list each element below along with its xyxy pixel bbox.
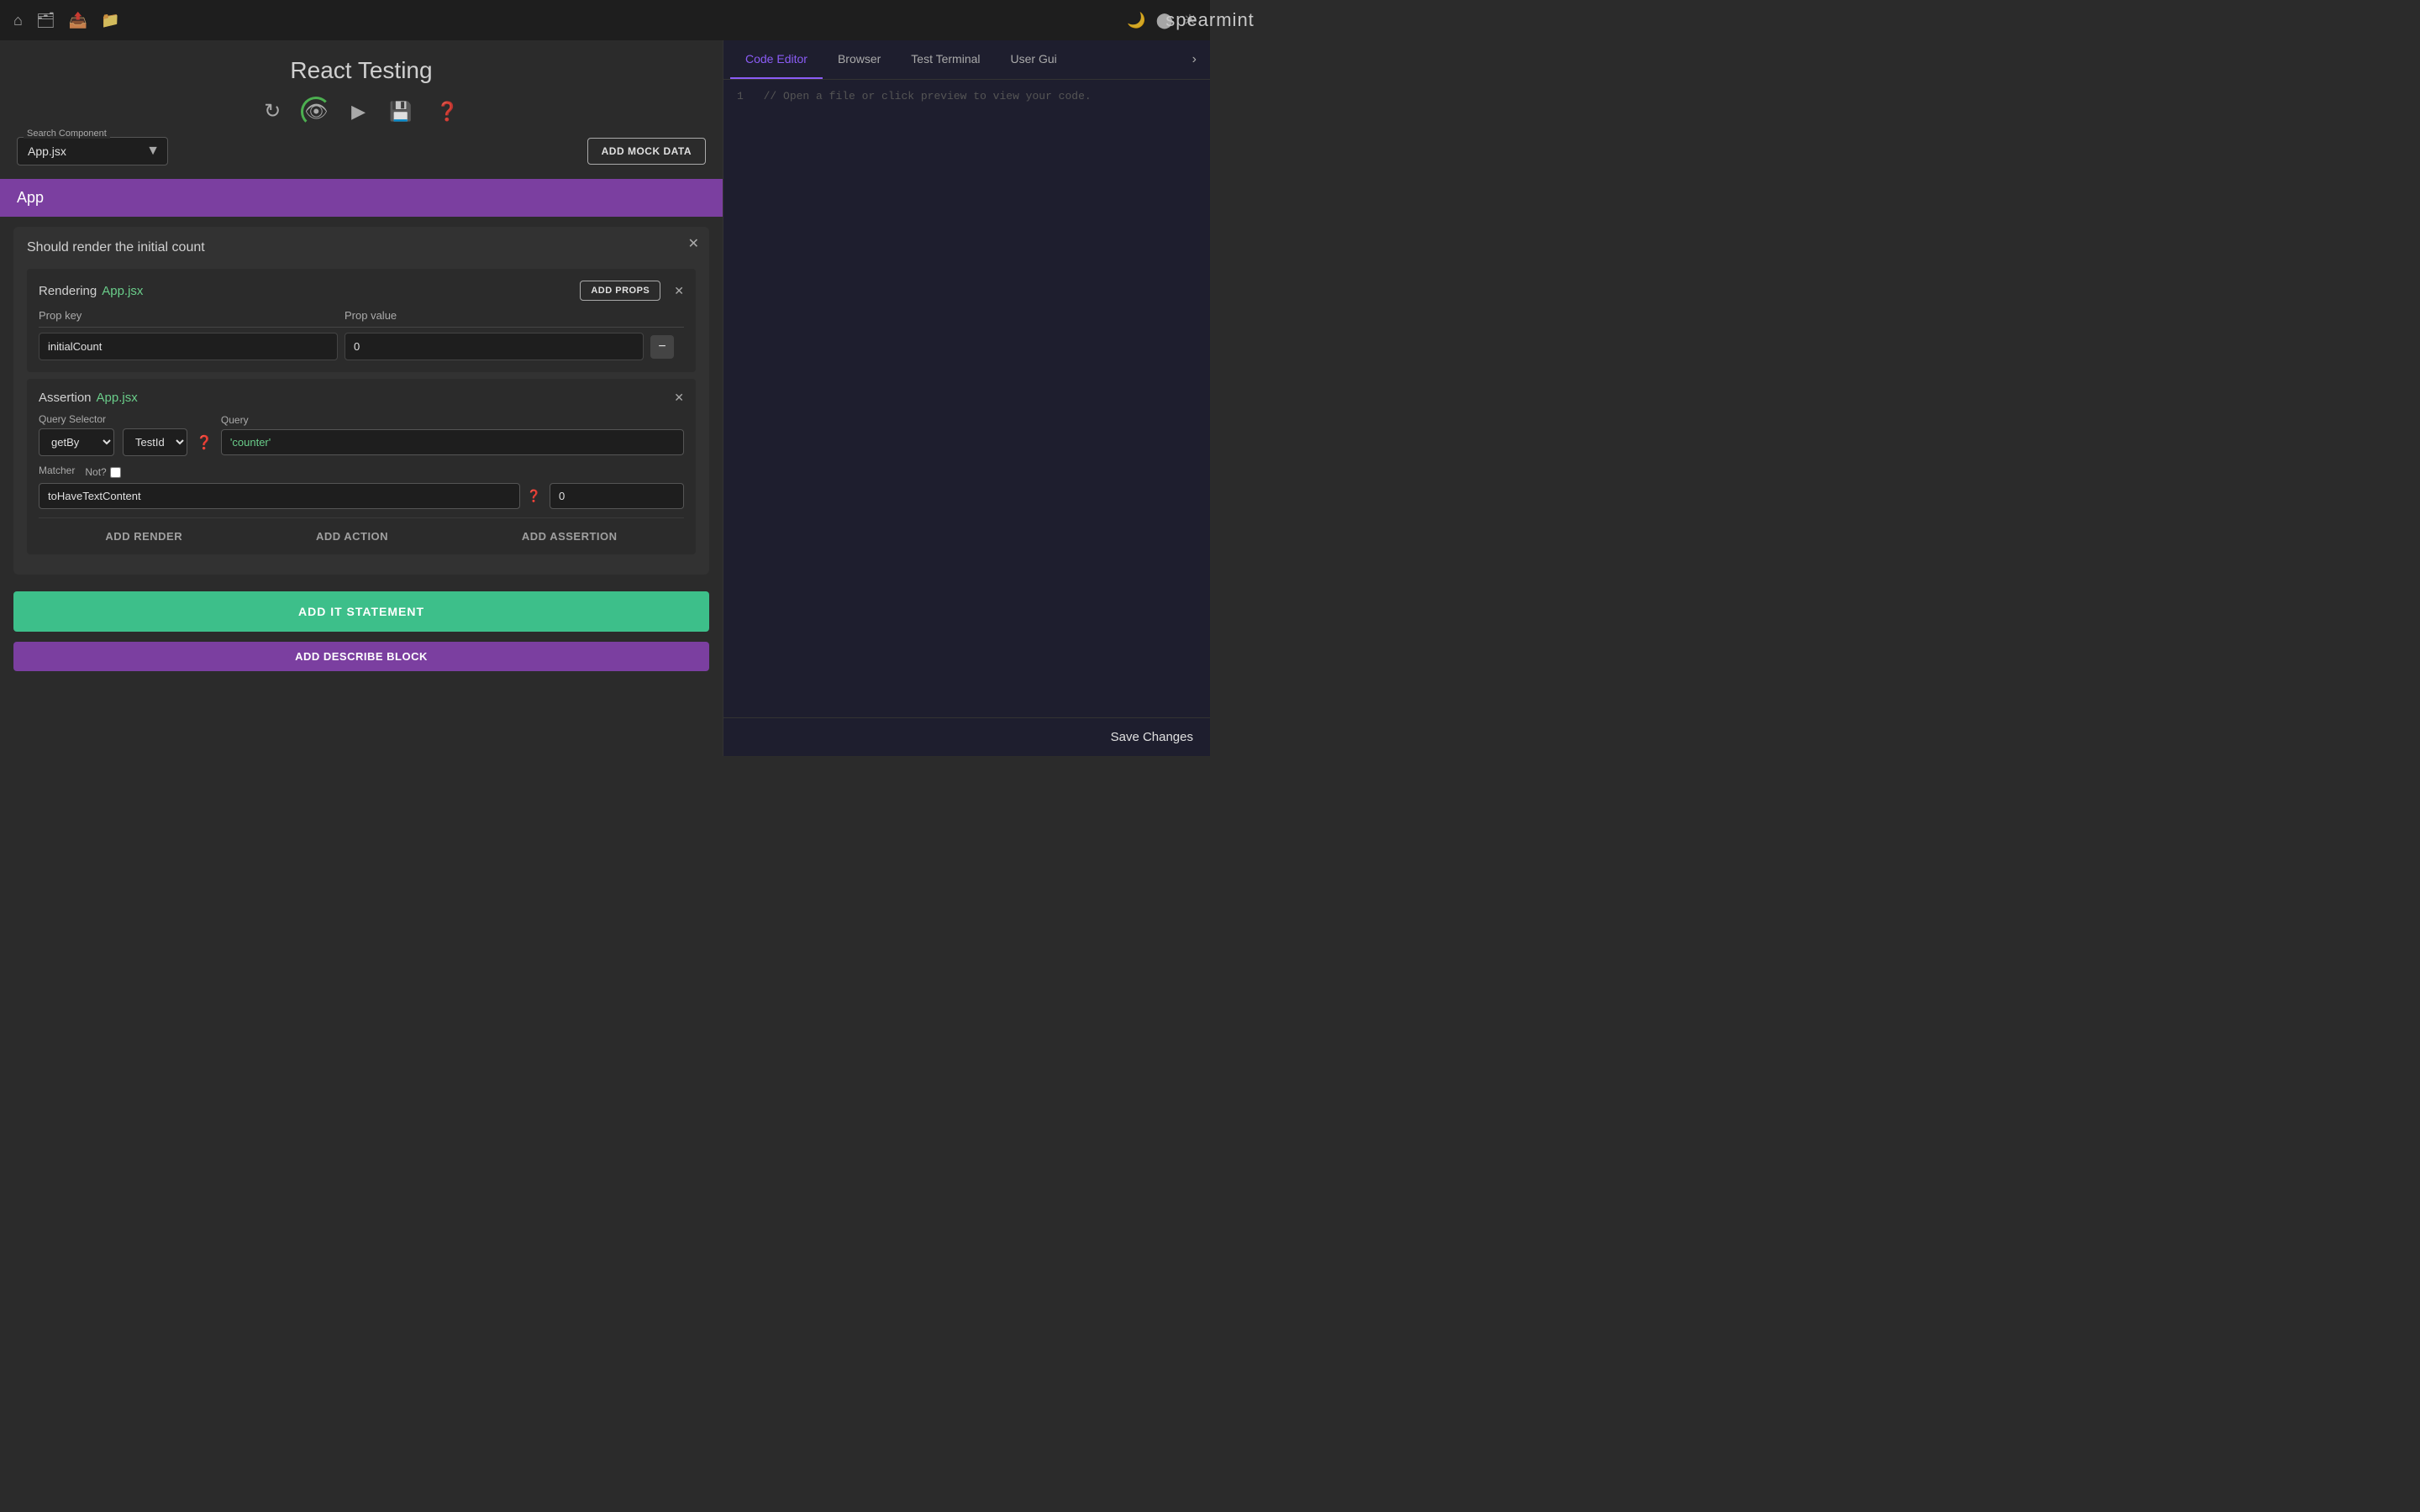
folder-icon[interactable]: 🗂 — [36, 12, 55, 29]
testid-select[interactable]: TestId Text Role — [123, 428, 187, 456]
tab-more-icon[interactable]: › — [1186, 40, 1203, 79]
query-selector-label: Query Selector — [39, 413, 114, 425]
prop-value-label: Prop value — [345, 309, 644, 322]
add-mock-data-button[interactable]: ADD MOCK DATA — [587, 138, 706, 165]
tab-code-editor[interactable]: Code Editor — [730, 40, 823, 79]
props-header: Prop key Prop value — [39, 309, 684, 328]
it-description: Should render the initial count — [27, 240, 696, 255]
line-number: 1 — [737, 90, 744, 102]
assertion-block: Assertion App.jsx ✕ Query Selector getBy… — [27, 379, 696, 554]
matcher-group: Matcher Not? ❓ — [39, 465, 541, 509]
right-tabs: Code Editor Browser Test Terminal User G… — [723, 40, 1210, 80]
right-panel: Code Editor Browser Test Terminal User G… — [723, 40, 1210, 756]
add-props-button[interactable]: ADD PROPS — [580, 281, 660, 301]
add-it-statement-button[interactable]: ADD IT STATEMENT — [13, 591, 709, 632]
add-render-button[interactable]: ADD RENDER — [105, 530, 182, 543]
play-icon[interactable]: ▶ — [351, 101, 366, 123]
query-input[interactable] — [221, 429, 684, 455]
props-row: − — [39, 333, 684, 360]
eye-wrapper: 👁 — [304, 101, 328, 123]
refresh-icon[interactable]: ↻ — [264, 99, 281, 123]
rendering-component: App.jsx — [102, 284, 143, 298]
testid-group: TestId Text Role — [123, 413, 187, 456]
remove-prop-button[interactable]: − — [650, 335, 674, 359]
it-card-close-button[interactable]: ✕ — [688, 235, 699, 252]
search-component-select[interactable]: App.jsx index.js App.test.js — [17, 137, 168, 165]
moon-icon[interactable]: 🌙 — [1127, 12, 1145, 29]
folder-open-icon[interactable]: 📁 — [101, 12, 119, 29]
app-title: spearmint — [1165, 9, 1255, 31]
query-selector-row: Query Selector getBy queryBy findBy Test… — [39, 413, 684, 456]
rendering-close-button[interactable]: ✕ — [674, 284, 684, 298]
sun-icon[interactable]: ☀ — [1183, 12, 1197, 29]
query-input-group: Query — [221, 414, 684, 455]
search-row: Search Component App.jsx index.js App.te… — [0, 137, 723, 179]
preview-icon[interactable]: 👁 — [304, 101, 328, 123]
top-bar-right: 🌙 ⬤ ☀ — [1127, 12, 1197, 29]
getby-select[interactable]: getBy queryBy findBy — [39, 428, 114, 456]
add-action-button[interactable]: ADD ACTION — [316, 530, 388, 543]
assertion-label: Assertion — [39, 391, 92, 405]
matcher-input[interactable] — [39, 483, 520, 509]
matcher-help-icon[interactable]: ❓ — [527, 489, 541, 503]
matcher-value-input[interactable] — [550, 483, 684, 509]
home-icon[interactable]: ⌂ — [13, 12, 23, 29]
top-bar-left: ⌂ 🗂 📤 📁 — [13, 12, 120, 29]
left-panel: React Testing ↻ 👁 ▶ 💾 ❓ Search Component… — [0, 40, 723, 756]
search-component-label: Search Component — [24, 129, 110, 139]
assertion-component: App.jsx — [97, 391, 138, 405]
matcher-label: Matcher — [39, 465, 75, 476]
matcher-row: Matcher Not? ❓ — [39, 465, 684, 509]
circle-icon[interactable]: ⬤ — [1156, 12, 1173, 29]
save-changes-button[interactable]: Save Changes — [1111, 730, 1193, 744]
prop-key-label: Prop key — [39, 309, 338, 322]
assertion-close-button[interactable]: ✕ — [674, 391, 684, 405]
file-export-icon[interactable]: 📤 — [69, 12, 87, 29]
add-describe-block-button[interactable]: ADD DESCRIBE BLOCK — [13, 642, 709, 671]
testid-spacer — [123, 413, 187, 425]
app-header: App — [0, 179, 723, 217]
assertion-title: Assertion App.jsx ✕ — [39, 391, 684, 405]
rendering-title: Rendering App.jsx ADD PROPS ✕ — [39, 281, 684, 301]
main-layout: React Testing ↻ 👁 ▶ 💾 ❓ Search Component… — [0, 40, 1210, 756]
page-title: React Testing — [0, 40, 723, 92]
not-label: Not? — [85, 466, 120, 478]
top-bar: ⌂ 🗂 📤 📁 spearmint 🌙 ⬤ ☀ — [0, 0, 1210, 40]
code-comment: // Open a file or click preview to view … — [764, 90, 1092, 102]
save-bar: Save Changes — [723, 717, 1210, 756]
search-component-wrapper: Search Component App.jsx index.js App.te… — [17, 137, 168, 165]
save-icon[interactable]: 💾 — [389, 101, 412, 123]
add-assertion-button[interactable]: ADD ASSERTION — [522, 530, 618, 543]
prop-value-input[interactable] — [345, 333, 644, 360]
add-buttons-row: ADD RENDER ADD ACTION ADD ASSERTION — [39, 517, 684, 543]
rendering-block: Rendering App.jsx ADD PROPS ✕ Prop key P… — [27, 269, 696, 372]
tab-test-terminal[interactable]: Test Terminal — [896, 40, 995, 79]
tab-browser[interactable]: Browser — [823, 40, 896, 79]
query-selector-group: Query Selector getBy queryBy findBy — [39, 413, 114, 456]
it-card: ✕ Should render the initial count Render… — [13, 227, 709, 575]
tab-user-gui[interactable]: User Gui — [996, 40, 1072, 79]
rendering-title-left: Rendering App.jsx — [39, 284, 143, 298]
code-panel: 1 // Open a file or click preview to vie… — [723, 80, 1210, 717]
not-checkbox[interactable] — [110, 467, 121, 478]
rendering-label: Rendering — [39, 284, 97, 298]
prop-key-input[interactable] — [39, 333, 338, 360]
query-help-icon[interactable]: ❓ — [196, 434, 213, 451]
help-icon[interactable]: ❓ — [435, 101, 458, 123]
query-label: Query — [221, 414, 684, 426]
